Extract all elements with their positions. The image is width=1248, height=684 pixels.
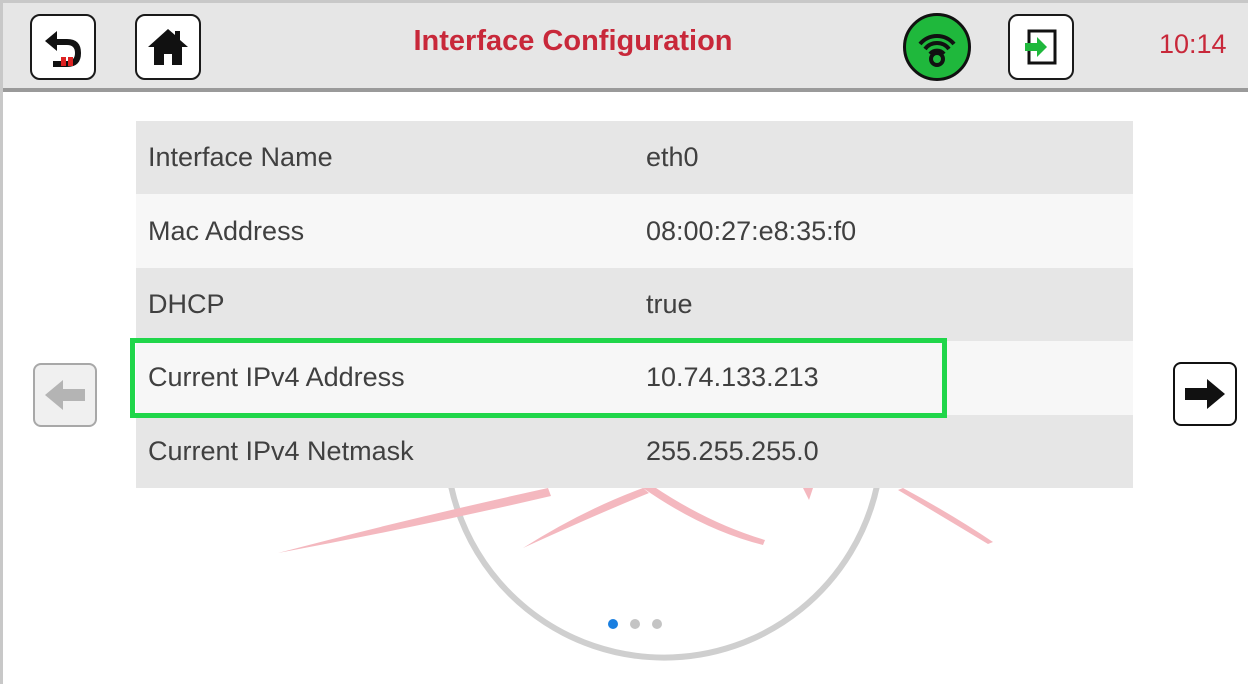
home-button[interactable] (135, 14, 201, 80)
arrow-right-icon (1185, 379, 1225, 409)
exit-door-icon (1025, 29, 1057, 65)
back-button[interactable] (30, 14, 96, 80)
back-arrow-icon (45, 31, 81, 67)
row-label: Current IPv4 Netmask (148, 435, 414, 466)
page-dot-1[interactable] (608, 619, 618, 629)
page-dot-3[interactable] (652, 619, 662, 629)
row-value: 08:00:27:e8:35:f0 (646, 215, 857, 246)
row-label: DHCP (148, 288, 225, 319)
row-label: Mac Address (148, 215, 305, 246)
wifi-icon (918, 33, 956, 67)
home-icon (148, 29, 188, 65)
row-label: Interface Name (148, 142, 333, 173)
row-value: eth0 (646, 142, 699, 173)
exit-button[interactable] (1008, 14, 1074, 80)
row-value: 255.255.255.0 (646, 435, 819, 466)
table-row-interface-name: Interface Name eth0 (136, 121, 1133, 195)
row-value: true (646, 288, 693, 319)
clock: 10:14 (1159, 29, 1227, 59)
page-dot-2[interactable] (630, 619, 640, 629)
next-page-button[interactable] (1173, 362, 1237, 426)
page-indicator (608, 619, 662, 629)
table-row-ipv4-netmask: Current IPv4 Netmask 255.255.255.0 (136, 414, 1133, 488)
header-bar: Interface Configuration 10:14 (3, 0, 1248, 92)
arrow-left-icon (45, 380, 85, 410)
interface-configuration-screen: Interface Configuration 10:14 Interface … (0, 0, 1248, 684)
interface-info-table: Interface Name eth0 Mac Address 08:00:27… (136, 121, 1133, 488)
page-title: Interface Configuration (413, 25, 733, 57)
table-row-ipv4-address: Current IPv4 Address 10.74.133.213 (136, 341, 1133, 415)
wifi-status-button[interactable] (903, 13, 971, 81)
table-row-dhcp: DHCP true (136, 267, 1133, 342)
table-row-mac-address: Mac Address 08:00:27:e8:35:f0 (136, 194, 1133, 268)
previous-page-button[interactable] (33, 363, 97, 427)
row-value: 10.74.133.213 (646, 362, 819, 393)
row-label: Current IPv4 Address (148, 362, 405, 393)
